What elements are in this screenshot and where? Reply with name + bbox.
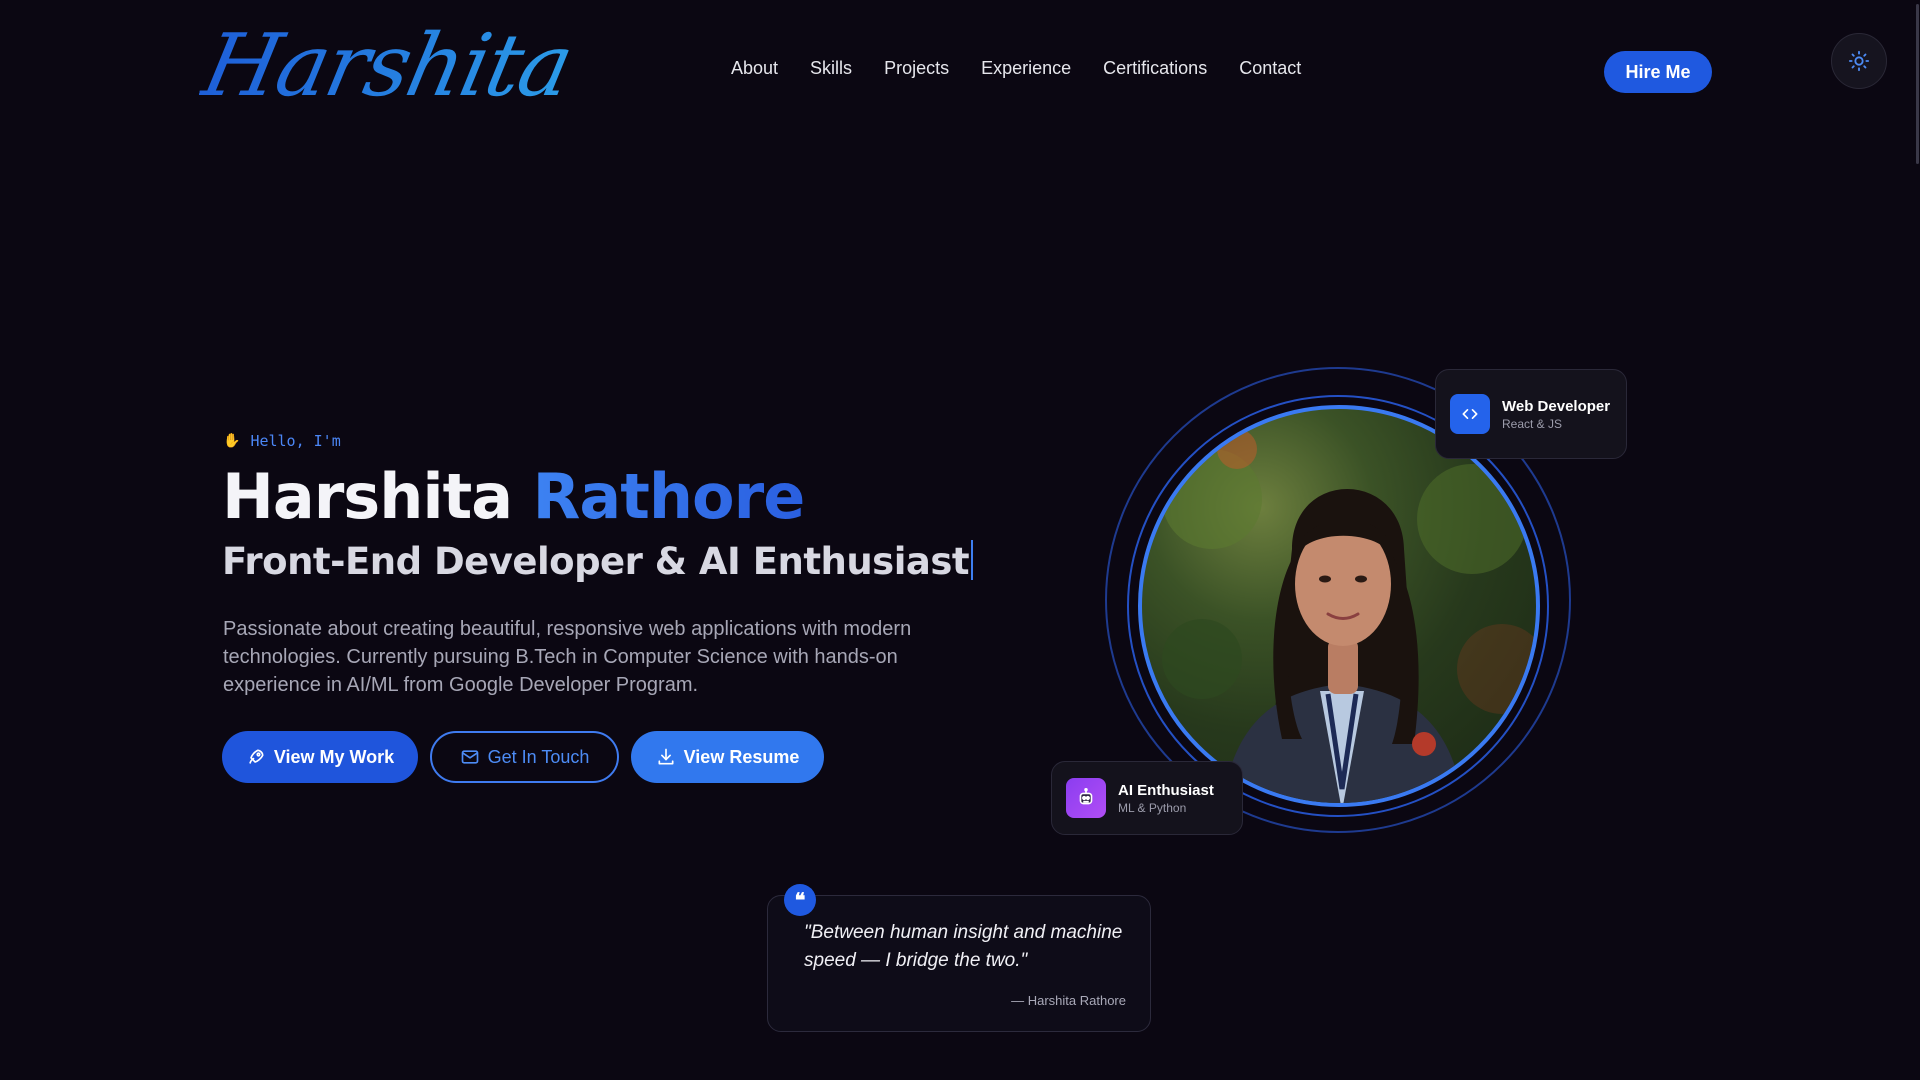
main-nav: About Skills Projects Experience Certifi… [731,58,1301,79]
hero-role: Front-End Developer & AI Enthusiast [222,540,974,583]
typing-caret [971,540,974,580]
get-in-touch-button[interactable]: Get In Touch [430,731,619,783]
greeting: ✋ Hello, I'm [223,432,341,450]
nav-link-about[interactable]: About [731,58,778,79]
greeting-text: Hello, I'm [250,432,341,450]
nav-link-skills[interactable]: Skills [810,58,852,79]
ai-badge-text: AI Enthusiast ML & Python [1118,781,1214,816]
scrollbar-thumb[interactable] [1916,4,1919,164]
download-icon [658,748,674,765]
nav-link-certifications[interactable]: Certifications [1103,58,1207,79]
view-resume-button[interactable]: View Resume [631,731,824,783]
quote-text: "Between human insight and machine speed… [804,922,1123,971]
web-badge-subtitle: React & JS [1502,416,1563,431]
web-badge-text: Web Developer React & JS [1502,397,1610,432]
rocket-icon [249,749,264,764]
logo[interactable]: Harshita [194,16,580,126]
profile-person-illustration [1162,429,1536,803]
profile-photo [1138,405,1540,807]
mail-icon [461,750,478,764]
nav-link-contact[interactable]: Contact [1239,58,1301,79]
hero-last-name: Rathore [532,460,806,533]
hero-first-name: Harshita [222,460,513,533]
hero-name: Harshita Rathore [222,460,806,533]
sun-icon [1848,50,1870,72]
quote-author: — Harshita Rathore [1011,993,1126,1008]
robot-icon [1066,778,1106,818]
theme-toggle-button[interactable] [1831,33,1887,89]
ai-badge-subtitle: ML & Python [1118,800,1187,815]
get-in-touch-label: Get In Touch [487,746,590,767]
hero-description: Passionate about creating beautiful, res… [223,618,912,696]
view-my-work-button[interactable]: View My Work [222,731,418,783]
hero-actions: View My Work Get In Touch View Resume [222,731,824,783]
ai-enthusiast-badge: AI Enthusiast ML & Python [1051,761,1243,835]
nav-link-experience[interactable]: Experience [981,58,1071,79]
web-developer-badge: Web Developer React & JS [1435,369,1627,459]
quote-icon: ❝ [784,884,816,916]
waving-hand-icon: ✋ [223,433,241,449]
ai-badge-title: AI Enthusiast [1118,781,1214,799]
web-badge-title: Web Developer [1502,397,1611,415]
page-scrollbar[interactable] [1914,0,1920,1080]
view-my-work-label: View My Work [273,746,395,767]
hero-role-text: Front-End Developer & AI Enthusiast [222,540,970,583]
code-icon [1450,394,1490,434]
logo-text: Harshita [194,16,580,116]
view-resume-label: View Resume [683,746,800,767]
hire-me-button[interactable]: Hire Me [1604,51,1712,93]
nav-link-projects[interactable]: Projects [884,58,949,79]
